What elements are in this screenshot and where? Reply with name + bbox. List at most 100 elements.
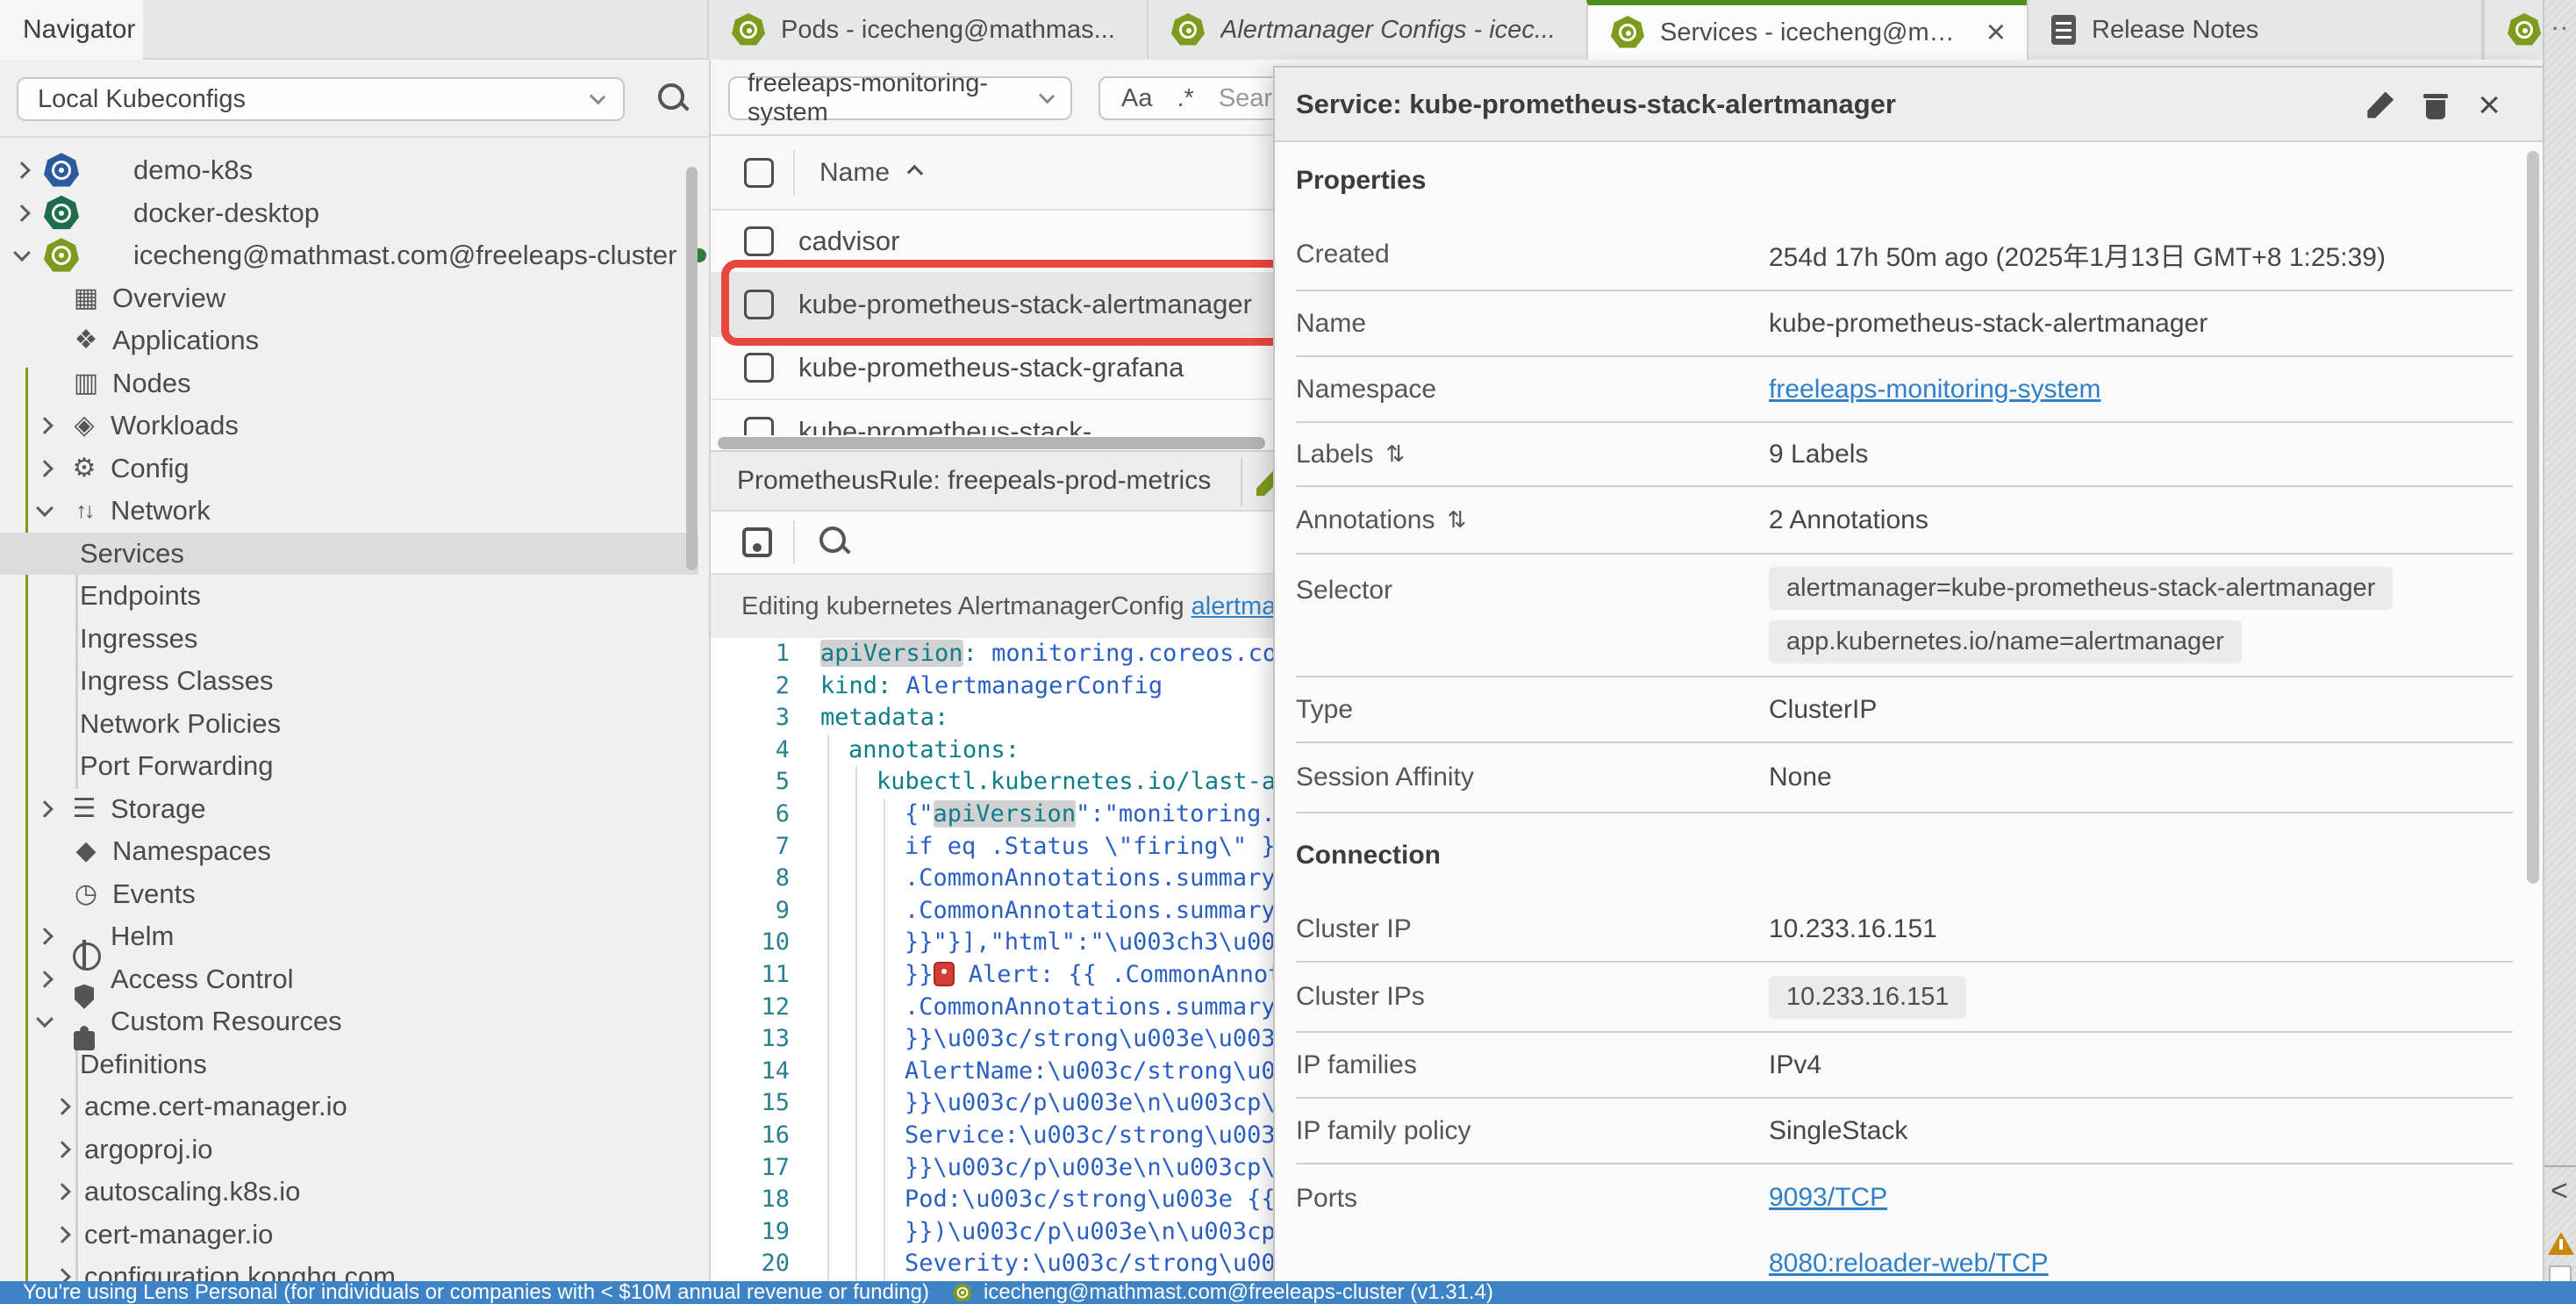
tree-item[interactable]: ☰ Storage bbox=[0, 788, 698, 831]
chevron-icon[interactable] bbox=[36, 800, 54, 818]
overview-icon: ▦ bbox=[68, 281, 104, 316]
edit-icon[interactable] bbox=[2367, 92, 2394, 118]
tree-item[interactable]: ▦ Overview bbox=[0, 277, 698, 320]
search-icon[interactable] bbox=[656, 82, 691, 117]
chevron-icon[interactable] bbox=[54, 1098, 71, 1115]
namespace-link[interactable]: freeleaps-monitoring-system bbox=[1769, 375, 2100, 404]
horizontal-scrollbar[interactable] bbox=[718, 437, 1265, 449]
cluster-ip-row: Cluster IP 10.233.16.151 bbox=[1296, 897, 2513, 963]
status-bar: You're using Lens Personal (for individu… bbox=[0, 1281, 2576, 1304]
delete-icon[interactable] bbox=[2423, 91, 2448, 119]
tree-item[interactable]: argoproj.io bbox=[0, 1128, 698, 1171]
tree-item[interactable]: configuration.konghq.com bbox=[0, 1256, 698, 1281]
chevron-icon[interactable] bbox=[36, 460, 54, 477]
navigator-panel-tab[interactable]: Navigator bbox=[0, 0, 143, 60]
tree-item[interactable]: ↑↓ Network bbox=[0, 490, 698, 533]
tree-item[interactable]: Custom Resources bbox=[0, 1000, 698, 1043]
tree-item-label: docker-desktop bbox=[133, 197, 319, 229]
expand-toggle-icon[interactable]: ⇅ bbox=[1385, 441, 1405, 468]
code-segment: AlertmanagerConfig bbox=[906, 672, 1163, 699]
detail-actions: × bbox=[2367, 68, 2501, 142]
tree-item[interactable]: ◈ Workloads bbox=[0, 405, 698, 448]
tree-item[interactable]: Endpoints bbox=[0, 575, 698, 618]
kubernetes-icon bbox=[953, 1283, 972, 1302]
detail-scrollbar[interactable] bbox=[2527, 151, 2539, 884]
tree-item[interactable]: Ingresses bbox=[0, 618, 698, 661]
tree-item[interactable]: ▥ Nodes bbox=[0, 362, 698, 405]
chevron-down-icon bbox=[1039, 88, 1055, 104]
regex-toggle[interactable]: .* bbox=[1177, 84, 1193, 113]
select-all-checkbox[interactable] bbox=[744, 158, 774, 188]
line-number: 8 bbox=[711, 863, 790, 895]
chevron-icon[interactable] bbox=[36, 1011, 54, 1028]
tab[interactable]: Services - icecheng@math... × bbox=[1586, 0, 2027, 60]
ip-families-label: IP families bbox=[1296, 1050, 1769, 1080]
tree-item[interactable]: acme.cert-manager.io bbox=[0, 1085, 698, 1128]
tree-item[interactable]: ⚙ Config bbox=[0, 448, 698, 491]
close-icon[interactable]: × bbox=[1983, 16, 2009, 49]
tree-item[interactable]: icecheng@mathmast.com@freeleaps-cluster bbox=[0, 234, 698, 277]
code-segment: apiVersion bbox=[820, 640, 963, 667]
tree-item[interactable]: ◷ Events bbox=[0, 873, 698, 916]
tree-item[interactable]: Access Control bbox=[0, 958, 698, 1001]
ports-label: Ports bbox=[1296, 1184, 1769, 1214]
row-checkbox[interactable] bbox=[744, 353, 774, 383]
chevron-icon[interactable] bbox=[36, 500, 54, 518]
kubeconfig-selector-value: Local Kubeconfigs bbox=[38, 85, 246, 114]
divider bbox=[2544, 1165, 2576, 1167]
chevron-icon[interactable] bbox=[54, 1183, 71, 1200]
tree-item[interactable]: Helm bbox=[0, 915, 698, 958]
chevron-icon[interactable] bbox=[54, 1226, 71, 1243]
chevron-icon[interactable] bbox=[54, 1141, 71, 1158]
chevron-icon[interactable] bbox=[36, 417, 54, 434]
chevron-icon[interactable] bbox=[13, 161, 31, 179]
config-icon: ⚙ bbox=[67, 451, 102, 486]
type-label: Type bbox=[1296, 695, 1769, 725]
close-icon[interactable]: × bbox=[2478, 86, 2501, 125]
chevron-icon[interactable] bbox=[13, 204, 31, 222]
tree-item[interactable]: demo-k8s bbox=[0, 149, 698, 192]
row-checkbox[interactable] bbox=[744, 417, 774, 435]
chevron-icon[interactable] bbox=[13, 245, 31, 262]
tree-item[interactable]: Ingress Classes bbox=[0, 660, 698, 703]
code-text: .CommonAnnotations.summary }} bbox=[820, 863, 1318, 895]
tree-item[interactable]: ❖ Applications bbox=[0, 319, 698, 362]
tree-item[interactable]: Network Policies bbox=[0, 703, 698, 746]
name-column-header[interactable]: Name bbox=[819, 158, 890, 188]
tree-item[interactable]: cert-manager.io bbox=[0, 1214, 698, 1257]
tab[interactable]: Pods - icecheng@mathmas... bbox=[707, 0, 1147, 60]
kubeconfig-selector[interactable]: Local Kubeconfigs bbox=[17, 77, 625, 121]
line-number: 15 bbox=[711, 1087, 790, 1120]
tree-item[interactable]: autoscaling.k8s.io bbox=[0, 1171, 698, 1214]
tree-item-label: Config bbox=[111, 453, 190, 484]
sidebar-scrollbar[interactable] bbox=[686, 167, 698, 570]
collapse-chevron-icon[interactable]: < bbox=[2551, 1174, 2568, 1208]
line-number: 4 bbox=[711, 734, 790, 767]
ip-family-policy-value: SingleStack bbox=[1769, 1116, 1907, 1146]
chevron-icon[interactable] bbox=[36, 928, 54, 945]
properties-heading: Properties bbox=[1296, 142, 2544, 219]
warning-icon[interactable] bbox=[2548, 1232, 2574, 1255]
ip-family-policy-label: IP family policy bbox=[1296, 1116, 1769, 1146]
sort-ascending-icon[interactable] bbox=[907, 164, 923, 180]
tab-label: Pods - icecheng@mathmas... bbox=[781, 16, 1129, 45]
tree-item[interactable]: ◆ Namespaces bbox=[0, 830, 698, 873]
tree-item[interactable]: Port Forwarding bbox=[0, 745, 698, 788]
namespace-select[interactable]: freeleaps-monitoring-system bbox=[728, 76, 1072, 120]
editor-search-icon[interactable] bbox=[818, 525, 853, 560]
expand-toggle-icon[interactable]: ⇅ bbox=[1447, 506, 1466, 534]
namespace-row: Namespace freeleaps-monitoring-system bbox=[1296, 357, 2513, 423]
save-icon[interactable] bbox=[742, 527, 772, 557]
port-8080-link[interactable]: 8080:reloader-web/TCP bbox=[1769, 1249, 2049, 1279]
match-case-toggle[interactable]: Aa bbox=[1121, 84, 1152, 113]
chevron-icon[interactable] bbox=[54, 1268, 71, 1281]
row-checkbox[interactable] bbox=[744, 226, 774, 256]
tab[interactable]: Release Notes bbox=[2027, 0, 2483, 60]
tree-item[interactable]: Definitions bbox=[0, 1043, 698, 1086]
kubernetes-icon bbox=[44, 196, 79, 231]
tree-item[interactable]: docker-desktop bbox=[0, 192, 698, 235]
chevron-icon[interactable] bbox=[36, 971, 54, 988]
tree-item[interactable]: Services bbox=[0, 533, 698, 576]
tab[interactable]: Alertmanager Configs - icec... bbox=[1147, 0, 1586, 60]
port-9093-link[interactable]: 9093/TCP bbox=[1769, 1183, 1887, 1213]
